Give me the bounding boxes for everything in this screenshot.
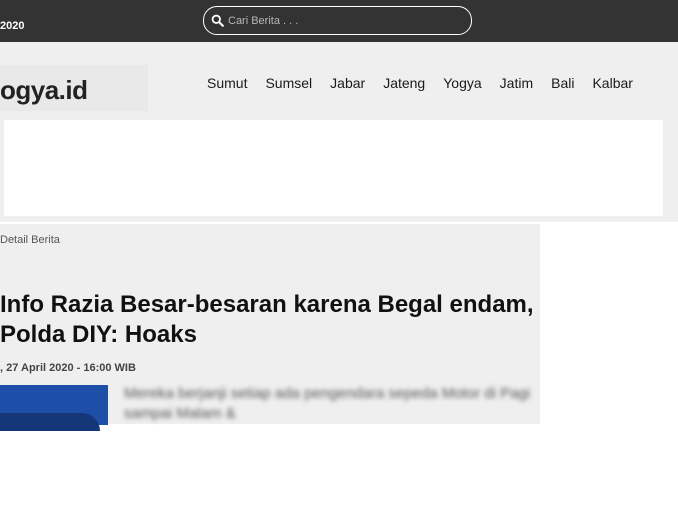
nav-item-jatim[interactable]: Jatim: [491, 75, 542, 91]
nav-item-sumut[interactable]: Sumut: [198, 75, 256, 91]
top-bar: 2020: [0, 0, 678, 42]
ad-banner: [4, 120, 663, 216]
nav-item-jateng[interactable]: Jateng: [374, 75, 434, 91]
region-nav: Sumut Sumsel Jabar Jateng Yogya Jatim Ba…: [198, 75, 642, 91]
article-excerpt: Mereka berjanji setiap ada pengendara se…: [124, 385, 531, 422]
nav-item-yogya[interactable]: Yogya: [434, 75, 490, 91]
search-box[interactable]: [203, 6, 472, 35]
logo-area[interactable]: ogya.id: [0, 65, 148, 111]
nav-item-kalbar[interactable]: Kalbar: [583, 75, 641, 91]
search-icon[interactable]: [211, 14, 224, 27]
article-title: Info Razia Besar-besaran karena Begal en…: [0, 291, 534, 348]
nav-item-jabar[interactable]: Jabar: [321, 75, 374, 91]
header-date: 2020: [0, 20, 25, 32]
nav-item-bali[interactable]: Bali: [542, 75, 583, 91]
nav-item-sumsel[interactable]: Sumsel: [256, 75, 321, 91]
breadcrumb[interactable]: Detail Berita: [0, 234, 60, 246]
article-date: , 27 April 2020 - 16:00 WIB: [0, 362, 136, 374]
site-logo[interactable]: ogya.id: [0, 75, 88, 106]
article-thumbnail[interactable]: [0, 385, 108, 431]
search-input[interactable]: [228, 14, 458, 27]
sidebar: [541, 224, 678, 424]
